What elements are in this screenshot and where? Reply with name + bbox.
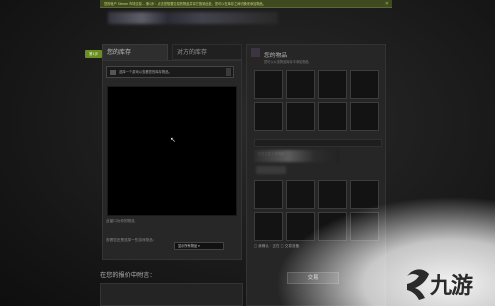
partner-sub-blurred (256, 166, 286, 174)
step-badge: 第1步 (85, 50, 102, 58)
item-slot[interactable] (254, 70, 283, 99)
banner-text: 您的帐户 Steam 市场交易... 第1步：点击您想要交易的物品并将它拖到此处… (104, 2, 266, 6)
inventory-grid[interactable] (107, 86, 237, 216)
tab-your-inventory[interactable]: 您的库存 (102, 44, 168, 60)
watermark-logo-text: 九游 (430, 274, 473, 299)
item-slot[interactable] (286, 212, 315, 241)
message-title: 在您的报价中附言： (100, 272, 156, 279)
message-input[interactable] (100, 283, 243, 306)
filter-note: 查看您还是选择一些游戏物品： (106, 238, 157, 242)
item-slot[interactable] (350, 102, 379, 131)
item-slot[interactable] (350, 212, 379, 241)
item-slot[interactable] (350, 180, 379, 209)
game-select-dropdown[interactable]: 选择一个游戏以查看您的库存物品。 (106, 66, 234, 78)
partner-name-blurred (254, 150, 340, 162)
make-offer-label: 交易 (307, 275, 319, 281)
avatar (251, 48, 260, 57)
your-offer-slots (254, 70, 379, 131)
item-slot[interactable] (350, 70, 379, 99)
trade-window: 您的帐户 Steam 市场交易... 第1步：点击您想要交易的物品并将它拖到此处… (0, 0, 495, 306)
chevron-down-icon[interactable] (226, 68, 231, 76)
item-slot[interactable] (318, 180, 347, 209)
dropdown-text: 选择一个游戏以查看您的库存物品。 (119, 70, 172, 74)
item-slot[interactable] (318, 102, 347, 131)
your-items-title: 您的物品 (264, 53, 288, 59)
item-slot[interactable] (318, 70, 347, 99)
item-slot[interactable] (286, 102, 315, 131)
make-offer-button[interactable]: 交易 (287, 272, 339, 284)
item-slot[interactable] (286, 180, 315, 209)
item-slot[interactable] (286, 70, 315, 99)
tab-their-inventory[interactable]: 对方的库存 (172, 44, 242, 60)
your-items-subtitle: 您可以从该物品库存中添加物品 (264, 60, 309, 64)
inventory-note: 此窗口为你的物品 (106, 219, 135, 223)
close-icon[interactable]: ✕ (385, 0, 389, 8)
game-icon (110, 70, 116, 75)
their-offer-slots (254, 180, 379, 241)
confirm-checkbox-line[interactable]: ◻ 我确认 · 正在 ◻ 交易准备 (254, 244, 299, 249)
item-slot[interactable] (254, 212, 283, 241)
filter-button[interactable]: 显示所有物品 ▾ (174, 242, 224, 250)
item-slot[interactable] (254, 180, 283, 209)
notice-banner: 您的帐户 Steam 市场交易... 第1步：点击您想要交易的物品并将它拖到此处… (100, 0, 392, 8)
item-slot[interactable] (254, 102, 283, 131)
trade-status-bar: 您将交易 0 件物品 (254, 139, 382, 156)
item-slot[interactable] (318, 212, 347, 241)
user-header-blurred (108, 12, 278, 24)
cursor-icon: ↖ (170, 136, 176, 144)
step-badge-label: 第1步 (89, 52, 98, 56)
filter-button-label: 显示所有物品 ▾ (178, 244, 200, 248)
